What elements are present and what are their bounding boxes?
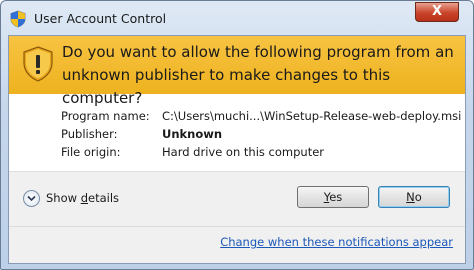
publisher-label: Publisher: — [61, 127, 118, 141]
show-details-prefix: Show — [46, 191, 81, 205]
file-origin-value: Hard drive on this computer — [162, 145, 325, 159]
yes-button[interactable]: Yes — [297, 186, 369, 208]
warning-banner: Do you want to allow the following progr… — [9, 36, 465, 107]
footer-divider — [9, 226, 465, 227]
show-details-suffix: etails — [88, 191, 120, 205]
warning-shield-icon — [23, 46, 53, 82]
no-accel: N — [406, 190, 415, 204]
file-origin-label: File origin: — [61, 145, 121, 159]
uac-shield-icon — [10, 10, 26, 28]
uac-dialog-window: User Account Control X Do you want to al… — [0, 0, 474, 270]
program-name-value: C:\Users\muchi...\WinSetup-Release-web-d… — [162, 109, 462, 123]
no-button[interactable]: No — [378, 186, 450, 208]
close-button[interactable]: X — [415, 2, 459, 22]
no-rest: o — [414, 190, 422, 204]
title-bar[interactable]: User Account Control X — [1, 1, 473, 35]
window-title: User Account Control — [34, 11, 167, 26]
close-icon: X — [431, 4, 443, 19]
show-details-link[interactable]: Show details — [46, 191, 119, 205]
chevron-down-icon — [27, 195, 36, 202]
change-notifications-link[interactable]: Change when these notifications appear — [220, 235, 453, 249]
dialog-footer: Show details Yes No Change when these no… — [9, 171, 465, 263]
show-details-accel: d — [80, 191, 88, 205]
uac-question-text: Do you want to allow the following progr… — [62, 43, 454, 107]
dialog-client-area: Do you want to allow the following progr… — [8, 35, 466, 264]
program-name-label: Program name: — [61, 109, 150, 123]
show-details-toggle[interactable] — [23, 190, 40, 207]
publisher-value: Unknown — [162, 127, 223, 141]
yes-rest: es — [329, 190, 343, 204]
